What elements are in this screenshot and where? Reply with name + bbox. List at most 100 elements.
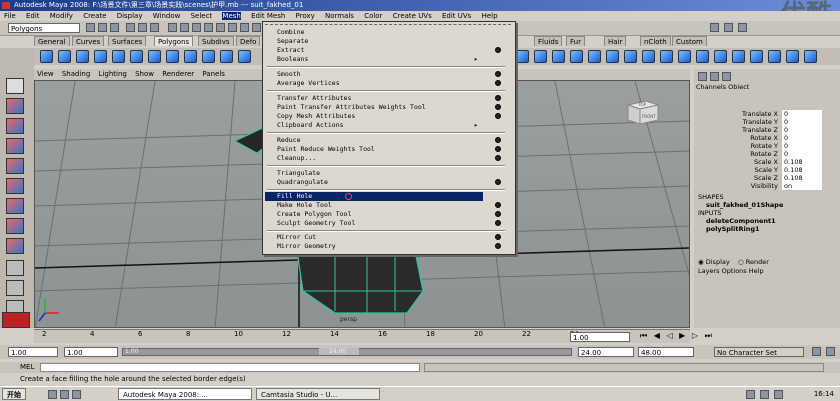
open-scene-icon[interactable] bbox=[98, 23, 107, 32]
checker-icon[interactable] bbox=[732, 50, 745, 63]
key-icon[interactable] bbox=[812, 347, 821, 356]
tab-curves[interactable]: Curves bbox=[72, 36, 105, 46]
channel-translate-z[interactable]: Translate Z0 bbox=[696, 126, 840, 134]
smooth-icon[interactable] bbox=[238, 50, 251, 63]
current-frame-field[interactable]: 1.00 bbox=[570, 332, 630, 342]
merge-vertices-icon[interactable] bbox=[606, 50, 619, 63]
menu-mesh[interactable]: Mesh bbox=[222, 12, 241, 20]
select-object-icon[interactable] bbox=[138, 23, 147, 32]
quicklaunch-media-icon[interactable] bbox=[72, 390, 81, 399]
lasso-tool-icon[interactable] bbox=[6, 98, 24, 114]
menu-item-combine[interactable]: Combine bbox=[265, 28, 483, 37]
option-box-icon[interactable] bbox=[495, 104, 501, 110]
poly-plane-icon[interactable] bbox=[112, 50, 125, 63]
tab-fur[interactable]: Fur bbox=[566, 36, 585, 46]
menu-item-make-hole-tool[interactable]: Make Hole Tool bbox=[265, 201, 501, 210]
option-box-icon[interactable] bbox=[495, 80, 501, 86]
cylindrical-map-icon[interactable] bbox=[678, 50, 691, 63]
menu-create-uvs[interactable]: Create UVs bbox=[393, 12, 432, 20]
option-box-icon[interactable] bbox=[495, 155, 501, 161]
move-tool-icon[interactable] bbox=[6, 138, 24, 154]
menu-item-transfer-attributes[interactable]: Transfer Attributes bbox=[265, 94, 501, 103]
ipr-render-icon[interactable] bbox=[252, 23, 261, 32]
history-icon[interactable] bbox=[228, 23, 237, 32]
preferences-icon[interactable] bbox=[826, 347, 835, 356]
new-scene-icon[interactable] bbox=[86, 23, 95, 32]
menu-item-triangulate[interactable]: Triangulate bbox=[265, 169, 483, 178]
display-radio-icon[interactable]: ◉ bbox=[698, 258, 704, 266]
split-polygon-icon[interactable] bbox=[570, 50, 583, 63]
menu-item-paint-transfer-weights[interactable]: Paint Transfer Attributes Weights Tool bbox=[265, 103, 501, 112]
tray-ime-icon[interactable] bbox=[774, 390, 783, 399]
bridge-icon[interactable] bbox=[534, 50, 547, 63]
menu-item-create-polygon-tool[interactable]: Create Polygon Tool bbox=[265, 210, 501, 219]
material-icon[interactable] bbox=[768, 50, 781, 63]
quicklaunch-desktop-icon[interactable] bbox=[48, 390, 57, 399]
menu-proxy[interactable]: Proxy bbox=[296, 12, 315, 20]
channel-translate-y[interactable]: Translate Y0 bbox=[696, 118, 840, 126]
step-forward-icon[interactable]: ▷ bbox=[692, 331, 700, 340]
character-set-dropdown[interactable]: No Character Set bbox=[714, 347, 804, 357]
menu-item-fill-hole[interactable]: Fill Hole bbox=[265, 192, 483, 201]
last-tool-icon[interactable] bbox=[6, 238, 24, 254]
spherical-map-icon[interactable] bbox=[696, 50, 709, 63]
poly-pyramid-icon[interactable] bbox=[166, 50, 179, 63]
option-box-icon[interactable] bbox=[495, 234, 501, 240]
shape-name[interactable]: suit_fakhed_01Shape bbox=[698, 201, 838, 209]
menu-window[interactable]: Window bbox=[153, 12, 181, 20]
viewport-menu-panels[interactable]: Panels bbox=[202, 70, 225, 78]
menu-item-mirror-geometry[interactable]: Mirror Geometry bbox=[265, 242, 501, 251]
option-box-icon[interactable] bbox=[495, 137, 501, 143]
step-back-icon[interactable]: ◀ bbox=[654, 331, 662, 340]
quicklaunch-ie-icon[interactable] bbox=[60, 390, 69, 399]
start-button[interactable]: 开始 bbox=[2, 388, 26, 400]
menu-item-smooth[interactable]: Smooth bbox=[265, 70, 501, 79]
menu-item-quadrangulate[interactable]: Quadrangulate bbox=[265, 178, 501, 187]
poly-torus-icon[interactable] bbox=[130, 50, 143, 63]
menu-edit-mesh[interactable]: Edit Mesh bbox=[251, 12, 285, 20]
display-layer-tab[interactable]: Display bbox=[706, 258, 730, 266]
channel-rotate-z[interactable]: Rotate Z0 bbox=[696, 150, 840, 158]
paint-select-tool-icon[interactable] bbox=[6, 118, 24, 134]
menu-edit-uvs[interactable]: Edit UVs bbox=[442, 12, 471, 20]
paint-icon[interactable] bbox=[786, 50, 799, 63]
play-back-icon[interactable]: ◁ bbox=[666, 331, 674, 340]
end-time-field[interactable]: 48.00 bbox=[638, 347, 694, 357]
start-time-field[interactable]: 1.00 bbox=[8, 347, 58, 357]
menu-edit[interactable]: Edit bbox=[26, 12, 40, 20]
tab-general[interactable]: General bbox=[34, 36, 70, 46]
playback-end-field[interactable]: 24.00 bbox=[578, 347, 634, 357]
menu-create[interactable]: Create bbox=[83, 12, 106, 20]
menu-modify[interactable]: Modify bbox=[50, 12, 73, 20]
snap-point-icon[interactable] bbox=[192, 23, 201, 32]
option-box-icon[interactable] bbox=[495, 211, 501, 217]
menu-item-cleanup[interactable]: Cleanup... bbox=[265, 154, 501, 163]
option-box-icon[interactable] bbox=[495, 220, 501, 226]
extrude-icon[interactable] bbox=[516, 50, 529, 63]
automatic-map-icon[interactable] bbox=[714, 50, 727, 63]
layer-help-menu[interactable]: Help bbox=[749, 267, 764, 275]
sculpt-icon[interactable] bbox=[804, 50, 817, 63]
option-box-icon[interactable] bbox=[495, 179, 501, 185]
tray-volume-icon[interactable] bbox=[746, 390, 755, 399]
snap-view-icon[interactable] bbox=[204, 23, 213, 32]
select-hierarchy-icon[interactable] bbox=[126, 23, 135, 32]
menu-item-extract[interactable]: Extract bbox=[265, 46, 501, 55]
tab-fluids[interactable]: Fluids bbox=[534, 36, 563, 46]
menu-color[interactable]: Color bbox=[364, 12, 382, 20]
soft-mod-tool-icon[interactable] bbox=[6, 218, 24, 234]
option-box-icon[interactable] bbox=[495, 95, 501, 101]
four-pane-layout-icon[interactable] bbox=[6, 280, 24, 296]
menu-help[interactable]: Help bbox=[482, 12, 498, 20]
poly-cube-icon[interactable] bbox=[58, 50, 71, 63]
input-delete-component[interactable]: deleteComponent1 bbox=[698, 217, 838, 225]
tab-surfaces[interactable]: Surfaces bbox=[108, 36, 147, 46]
planar-map-icon[interactable] bbox=[660, 50, 673, 63]
menu-file[interactable]: File bbox=[4, 12, 16, 20]
menu-select[interactable]: Select bbox=[191, 12, 213, 20]
input-poly-split-ring[interactable]: polySplitRing1 bbox=[698, 225, 838, 233]
tab-subdivs[interactable]: Subdivs bbox=[198, 36, 234, 46]
viewport-menu-shading[interactable]: Shading bbox=[62, 70, 90, 78]
taskbar-camtasia-button[interactable]: Camtasia Studio - U... bbox=[256, 388, 380, 400]
snap-surface-icon[interactable] bbox=[216, 23, 225, 32]
